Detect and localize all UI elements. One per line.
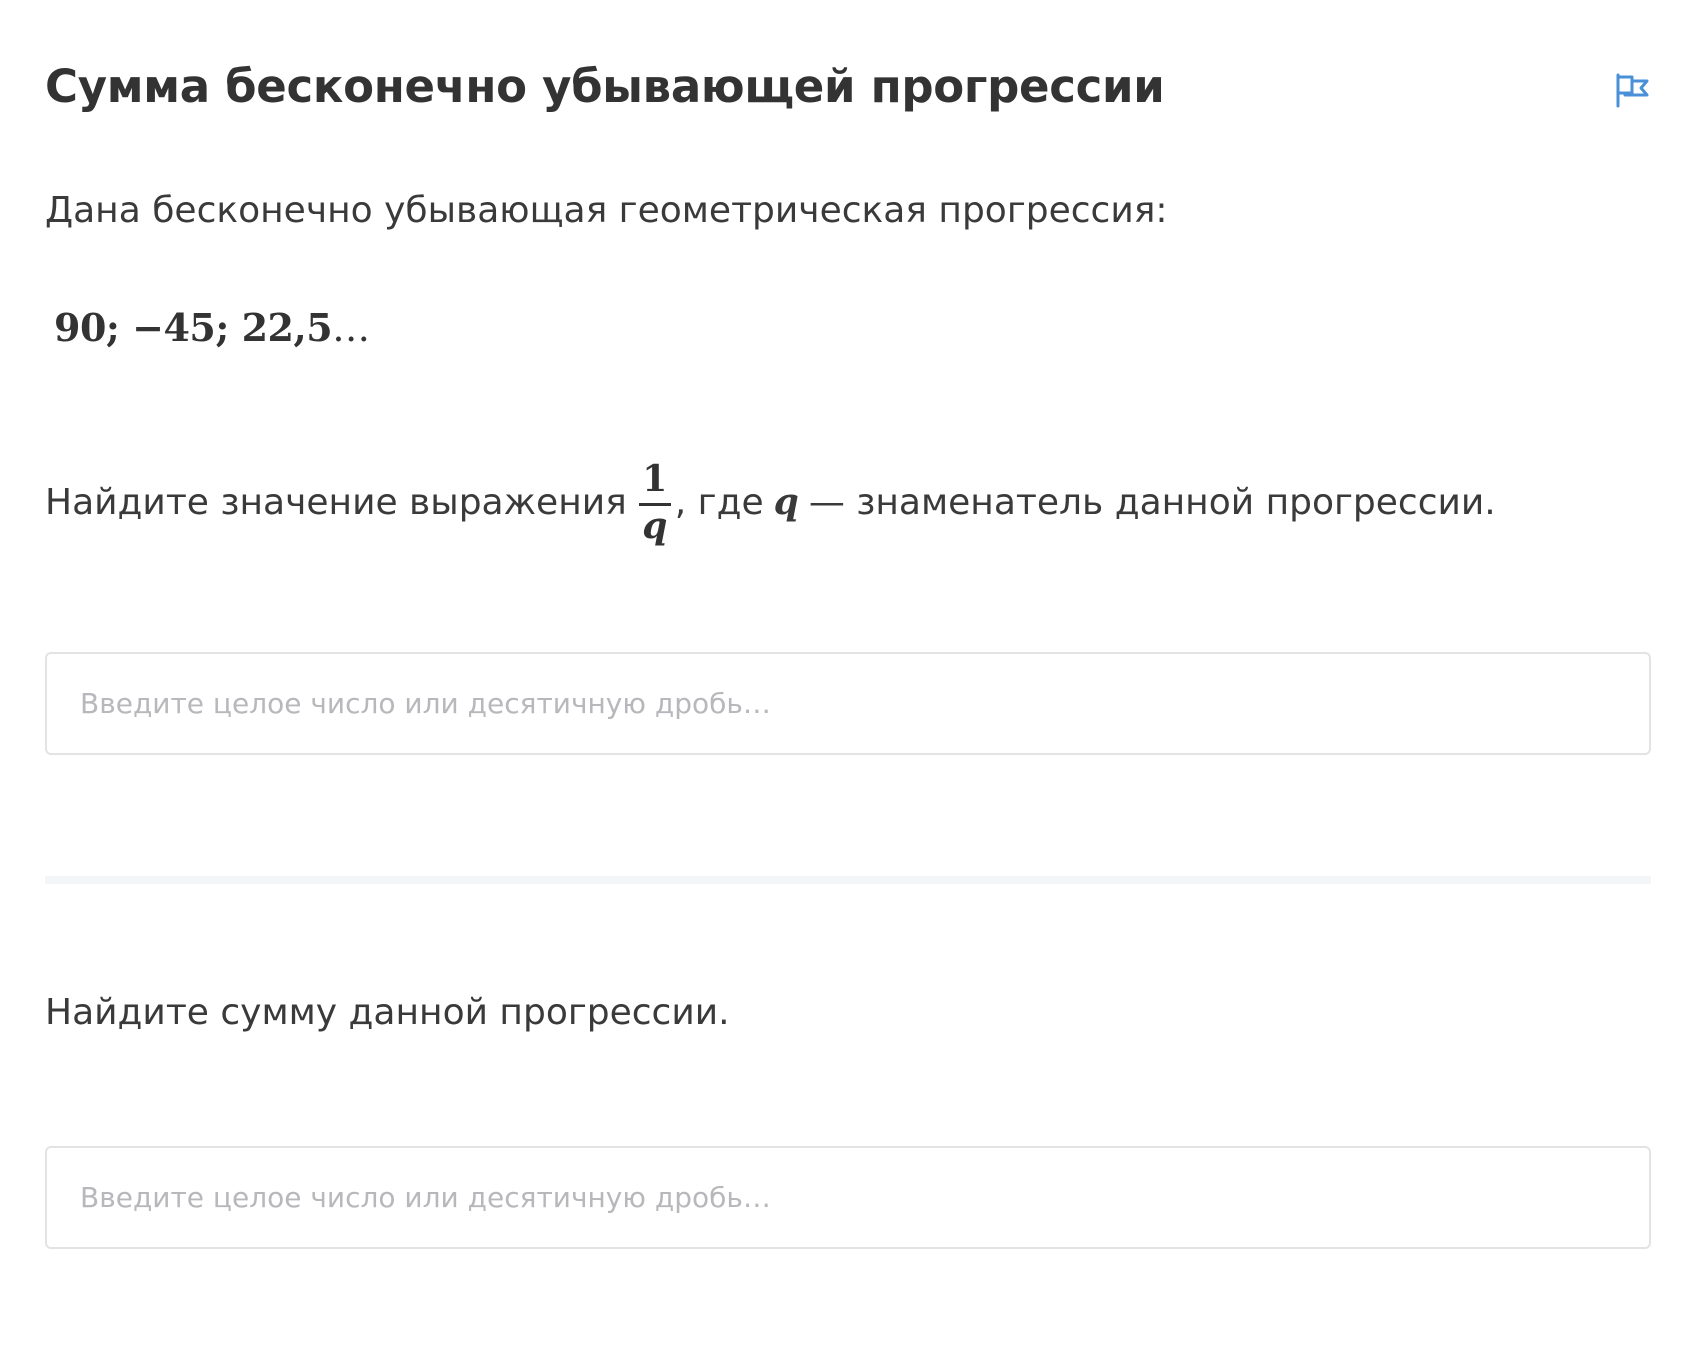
question-1-middle: , где: [674, 481, 764, 523]
fraction-denominator: q: [642, 504, 668, 547]
fraction-numerator: 1: [642, 457, 668, 500]
task-intro: Дана бесконечно убывающая геометрическая…: [45, 190, 1168, 231]
question-2-text: Найдите сумму данной прогрессии.: [45, 992, 730, 1033]
sequence-terms: 90; −45; 22,5: [54, 305, 333, 350]
flag-icon[interactable]: [1614, 72, 1650, 108]
sequence-formula: 90; −45; 22,5…: [54, 305, 370, 350]
question-1-text: Найдите значение выражения 1 q , где q —…: [45, 452, 1496, 552]
fraction-one-over-q: 1 q: [638, 457, 671, 547]
variable-q: q: [773, 481, 799, 523]
question-1-suffix: — знаменатель данной прогрессии.: [808, 481, 1496, 523]
answer-input-1[interactable]: [45, 652, 1651, 755]
sequence-ellipsis: …: [332, 306, 370, 350]
answer-input-2[interactable]: [45, 1146, 1651, 1249]
section-divider: [45, 876, 1651, 884]
page-title: Сумма бесконечно убывающей прогрессии: [45, 60, 1165, 113]
question-1-prefix: Найдите значение выражения: [45, 481, 627, 523]
